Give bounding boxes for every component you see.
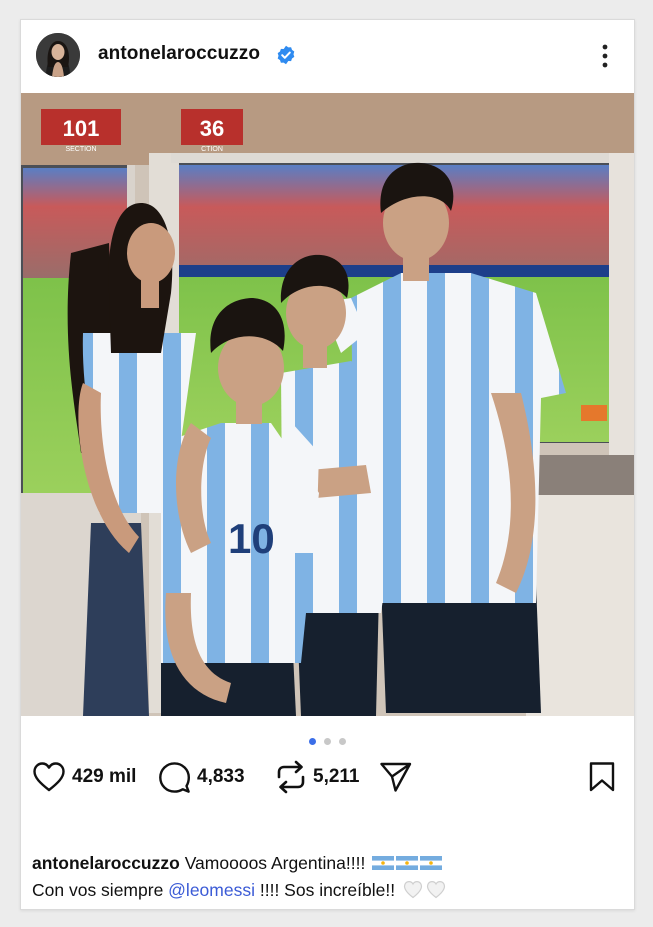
more-vertical-icon: [602, 44, 608, 68]
instagram-post-card: antonelaroccuzzo 101 SECTION 36 CTION 10…: [20, 19, 635, 910]
carousel-dot-2[interactable]: [324, 738, 331, 745]
carousel-indicator: [21, 732, 634, 745]
caption-text-suffix: !!!! Sos increíble!!: [255, 880, 400, 900]
section-sign-left: 101: [63, 116, 100, 141]
carousel-dot-1[interactable]: [308, 738, 316, 745]
caption-line-1: antonelaroccuzzo Vamoooos Argentina!!!!: [32, 850, 624, 877]
caption-username[interactable]: antonelaroccuzzo: [32, 853, 180, 873]
verified-badge-icon: [277, 45, 295, 65]
argentina-flag-icon: [396, 856, 419, 870]
post-caption: antonelaroccuzzo Vamoooos Argentina!!!! …: [32, 850, 624, 904]
post-header: antonelaroccuzzo: [21, 20, 634, 92]
argentina-flag-icon: [420, 856, 443, 870]
white-heart-icon: [426, 880, 446, 899]
repost-count[interactable]: 5,211: [313, 766, 360, 788]
caption-line-2: Con vos siempre @leomessi !!!! Sos incre…: [32, 877, 624, 904]
carousel-dot-3[interactable]: [339, 738, 347, 745]
comment-button[interactable]: 4,833: [158, 758, 245, 796]
caption-text: Vamoooos Argentina!!!!: [184, 853, 366, 873]
bookmark-icon: [589, 762, 615, 792]
post-username[interactable]: antonelaroccuzzo: [98, 43, 260, 65]
heart-icon: [33, 762, 65, 792]
avatar[interactable]: [36, 33, 80, 77]
more-options-button[interactable]: [593, 42, 617, 70]
caption-text-prefix: Con vos siempre: [32, 880, 169, 900]
white-heart-icon: [403, 880, 423, 899]
save-button[interactable]: [587, 758, 617, 796]
section-sign-right: 36: [200, 116, 224, 141]
like-button[interactable]: 429 mil: [32, 758, 136, 796]
comment-count[interactable]: 4,833: [197, 766, 245, 788]
share-button[interactable]: [379, 758, 413, 796]
post-photo[interactable]: 101 SECTION 36 CTION 10: [21, 93, 634, 716]
like-count[interactable]: 429 mil: [72, 766, 136, 788]
repost-button[interactable]: 5,211: [275, 758, 360, 796]
caption-mention[interactable]: @leomessi: [168, 880, 255, 900]
jersey-number: 10: [228, 515, 275, 562]
comment-icon: [159, 761, 190, 793]
post-actions: 429 mil 4,833 5,211: [21, 758, 634, 798]
section-sign-left-sub: SECTION: [65, 146, 96, 153]
repost-icon: [277, 760, 305, 794]
send-icon: [380, 762, 412, 792]
argentina-flag-icon: [372, 856, 395, 870]
section-sign-right-sub: CTION: [201, 146, 223, 153]
